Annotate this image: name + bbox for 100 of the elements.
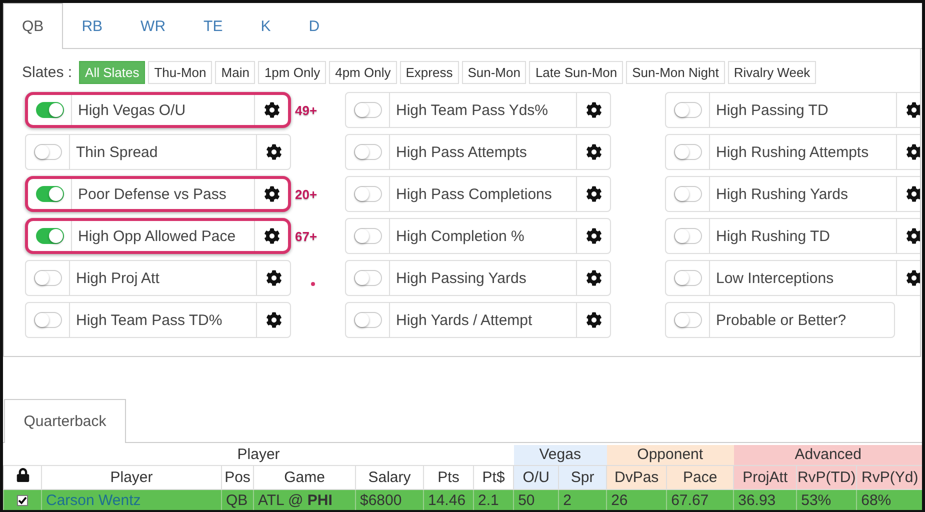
settings-button[interactable] bbox=[896, 135, 920, 169]
annotation-note: 67+ bbox=[295, 228, 318, 244]
settings-icon bbox=[264, 186, 280, 202]
settings-icon bbox=[586, 312, 602, 328]
toggle-switch[interactable] bbox=[354, 228, 382, 244]
settings-icon bbox=[264, 228, 280, 244]
settings-icon bbox=[906, 144, 920, 160]
toggle-switch[interactable] bbox=[34, 312, 62, 328]
toggle-switch[interactable] bbox=[354, 312, 382, 328]
filter-label: High Yards / Attempt bbox=[395, 310, 534, 330]
group-header: Player bbox=[4, 445, 514, 465]
column-header[interactable]: Game bbox=[254, 465, 356, 489]
toggle-switch[interactable] bbox=[36, 186, 64, 202]
settings-button[interactable] bbox=[896, 177, 920, 211]
toggle-switch[interactable] bbox=[674, 228, 702, 244]
toggle-switch[interactable] bbox=[36, 102, 64, 118]
slate-button[interactable]: Late Sun-Mon bbox=[529, 61, 624, 84]
slate-button[interactable]: Main bbox=[215, 61, 256, 84]
slate-button[interactable]: Sun-Mon bbox=[462, 61, 526, 84]
slate-button[interactable]: 1pm Only bbox=[258, 61, 326, 84]
slate-button[interactable]: Rivalry Week bbox=[728, 61, 816, 84]
filter-label: High Opp Allowed Pace bbox=[77, 226, 237, 246]
slate-button[interactable]: 4pm Only bbox=[329, 61, 397, 84]
slate-button[interactable]: Express bbox=[400, 61, 459, 84]
row-checkbox[interactable] bbox=[17, 494, 28, 506]
table-cell: 2 bbox=[563, 492, 572, 509]
table-cell: 26 bbox=[611, 492, 628, 509]
toggle-switch[interactable] bbox=[354, 102, 382, 118]
settings-icon bbox=[906, 102, 920, 118]
column-header[interactable]: DvPas bbox=[606, 465, 667, 489]
column-header[interactable]: Pts bbox=[424, 465, 474, 489]
toggle-switch[interactable] bbox=[674, 144, 702, 160]
column-header[interactable]: O/U bbox=[514, 465, 559, 489]
settings-icon bbox=[906, 228, 920, 244]
settings-icon bbox=[266, 312, 282, 328]
table-cell: 36.93 bbox=[738, 492, 776, 509]
settings-icon bbox=[906, 186, 920, 202]
player-row[interactable]: Carson Wentz QB ATL @ PHI $6800 14.46 2.1 50 2 26 67.67 36.93 53% 68% bbox=[4, 489, 922, 510]
group-header: Advanced bbox=[734, 445, 922, 465]
filter-label: High Vegas O/U bbox=[77, 100, 187, 120]
filter-label: High Pass Attempts bbox=[395, 142, 528, 162]
filter-label: Thin Spread bbox=[75, 142, 159, 162]
table-cell: QB bbox=[226, 492, 248, 509]
settings-icon bbox=[586, 228, 602, 244]
settings-icon bbox=[586, 270, 602, 286]
table-cell: 14.46 bbox=[428, 492, 466, 509]
settings-icon bbox=[586, 144, 602, 160]
filter-label: High Proj Att bbox=[75, 268, 160, 288]
toggle-switch[interactable] bbox=[354, 186, 382, 202]
lock-icon bbox=[16, 468, 30, 482]
column-header[interactable]: Salary bbox=[356, 465, 424, 489]
table-cell: 50 bbox=[518, 492, 535, 509]
toggle-switch[interactable] bbox=[34, 144, 62, 160]
filter-label: High Pass Completions bbox=[395, 184, 553, 204]
column-header[interactable]: Pos bbox=[222, 465, 254, 489]
toggle-switch[interactable] bbox=[34, 270, 62, 286]
table-cell: 68% bbox=[861, 492, 892, 509]
column-header[interactable]: Player bbox=[42, 465, 222, 489]
filter-label: Poor Defense vs Pass bbox=[77, 184, 228, 204]
toggle-switch[interactable] bbox=[36, 228, 64, 244]
toggle-switch[interactable] bbox=[674, 186, 702, 202]
column-header[interactable]: RvP(Yd) bbox=[856, 465, 922, 489]
settings-icon bbox=[586, 102, 602, 118]
position-tab[interactable]: QB bbox=[3, 3, 63, 49]
group-header: Vegas bbox=[514, 445, 607, 465]
toggle-switch[interactable] bbox=[354, 270, 382, 286]
table-cell: 67.67 bbox=[671, 492, 709, 509]
toggle-switch[interactable] bbox=[674, 270, 702, 286]
settings-icon bbox=[266, 270, 282, 286]
annotation-note: 49+ bbox=[295, 102, 318, 118]
column-header[interactable]: ProjAtt bbox=[734, 465, 797, 489]
toggle-switch[interactable] bbox=[354, 144, 382, 160]
settings-icon bbox=[586, 186, 602, 202]
column-header[interactable]: Pt$ bbox=[474, 465, 514, 489]
filter-label: High Passing TD bbox=[715, 100, 830, 120]
settings-button[interactable] bbox=[896, 261, 920, 295]
table-tab[interactable]: Quarterback bbox=[4, 399, 126, 443]
slates-label: Slates : bbox=[22, 64, 72, 81]
table-cell: 53% bbox=[801, 492, 832, 509]
group-header: Opponent bbox=[606, 445, 734, 465]
filter-label: High Rushing Attempts bbox=[715, 142, 870, 162]
filter-label: High Passing Yards bbox=[395, 268, 528, 288]
settings-icon bbox=[264, 102, 280, 118]
filter-label: Probable or Better? bbox=[715, 310, 848, 330]
column-header[interactable]: Pace bbox=[666, 465, 734, 489]
column-header[interactable]: RvP(TD) bbox=[796, 465, 857, 489]
slate-button[interactable]: Thu-Mon bbox=[148, 61, 212, 84]
filter-label: High Rushing Yards bbox=[715, 184, 850, 204]
filter-label: High Rushing TD bbox=[715, 226, 831, 246]
filter-label: High Team Pass Yds% bbox=[395, 100, 550, 120]
toggle-switch[interactable] bbox=[674, 102, 702, 118]
table-cell: $6800 bbox=[360, 492, 402, 509]
filter-label: High Team Pass TD% bbox=[75, 310, 224, 330]
table-cell: 2.1 bbox=[478, 492, 499, 509]
settings-button[interactable] bbox=[896, 93, 920, 127]
column-header[interactable]: Spr bbox=[558, 465, 607, 489]
filter-label: Low Interceptions bbox=[715, 268, 835, 288]
toggle-switch[interactable] bbox=[674, 312, 702, 328]
settings-button[interactable] bbox=[896, 219, 920, 253]
slate-button[interactable]: Sun-Mon Night bbox=[626, 61, 725, 84]
